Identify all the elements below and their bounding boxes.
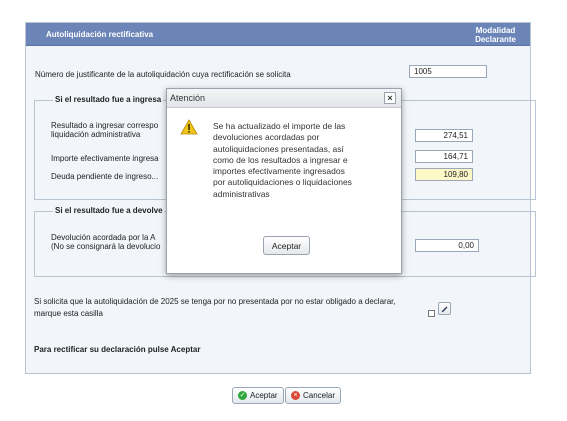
no-presentada-text: Si solicita que la autoliquidación de 20… — [34, 297, 396, 318]
devolucion-acordada-input[interactable] — [415, 239, 479, 252]
resultado-ingresar-input[interactable] — [415, 129, 473, 142]
section-ingresar-legend: Si el resultado fue a ingresa — [53, 95, 164, 104]
no-presentada-checkbox[interactable] — [428, 310, 435, 317]
cancel-button-label: Cancelar — [303, 391, 336, 400]
devolucion-acordada-label: Devolución acordada por la A (No se cons… — [51, 233, 161, 251]
pencil-icon — [441, 306, 448, 313]
dialog-titlebar[interactable]: Atención × — [167, 89, 401, 108]
dialog-accept-button[interactable]: Aceptar — [263, 236, 310, 255]
accept-button-label: Aceptar — [250, 391, 278, 400]
importe-ingresado-input[interactable] — [415, 150, 473, 163]
declarante-label: Declarante — [475, 35, 516, 44]
modality-header: Modalidad Declarante — [475, 26, 516, 44]
deuda-pendiente-input[interactable] — [415, 168, 473, 181]
check-icon: ✓ — [238, 391, 247, 400]
dialog-title: Atención — [170, 93, 206, 103]
cancel-icon: × — [291, 391, 300, 400]
section-devolver-legend: Si el resultado fue a devolve — [53, 206, 165, 215]
attention-dialog: Atención × Se ha actualizado el importe … — [166, 88, 402, 274]
dialog-message: Se ha actualizado el importe de las devo… — [213, 121, 352, 199]
warning-icon — [180, 119, 198, 135]
accept-button[interactable]: ✓ Aceptar — [232, 387, 284, 404]
modality-label: Modalidad — [475, 26, 516, 35]
edit-button[interactable] — [438, 302, 451, 315]
justificante-input[interactable] — [409, 65, 487, 78]
justificante-label: Número de justificante de la autoliquida… — [35, 70, 291, 79]
resultado-ingresar-label: Resultado a ingresar correspo liquidació… — [51, 121, 159, 139]
panel-header: Autoliquidación rectificativa Modalidad … — [26, 23, 530, 46]
close-icon[interactable]: × — [384, 92, 396, 104]
cancel-button[interactable]: × Cancelar — [285, 387, 342, 404]
instruction-text: Para rectificar su declaración pulse Ace… — [34, 345, 201, 354]
panel-title: Autoliquidación rectificativa — [46, 30, 154, 39]
deuda-pendiente-label: Deuda pendiente de ingreso... — [51, 172, 159, 181]
importe-ingresado-label: Importe efectivamente ingresa — [51, 154, 159, 163]
